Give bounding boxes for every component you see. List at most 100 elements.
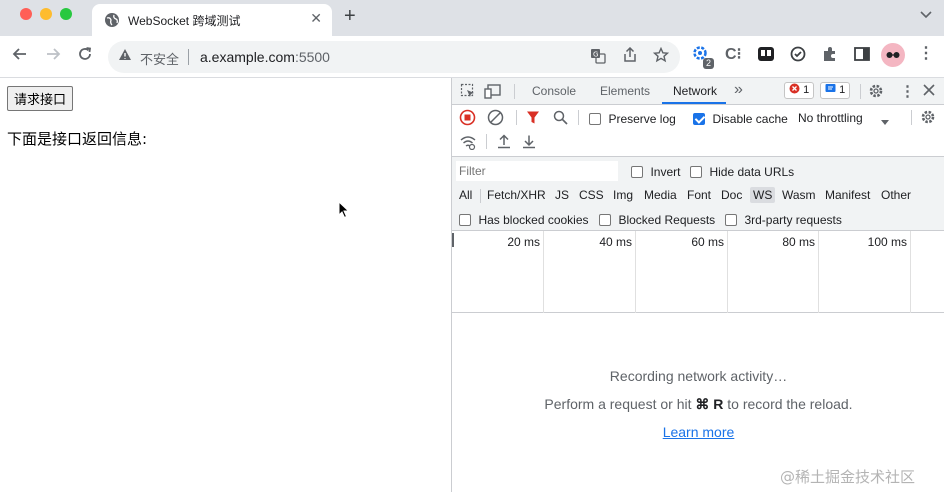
type-filter-img[interactable]: Img	[610, 187, 636, 203]
preserve-log-checkbox[interactable]	[589, 112, 601, 125]
learn-more-wrapper: Learn more	[452, 424, 944, 440]
type-filter-ws[interactable]: WS	[750, 187, 776, 203]
reload-hint: Perform a request or hit ⌘ R to record t…	[452, 396, 944, 413]
title-bar: WebSocket 跨域测试 ✕ +	[0, 0, 944, 36]
bookmark-star-icon[interactable]	[652, 46, 670, 69]
clear-icon[interactable]	[487, 109, 504, 131]
side-panel-icon[interactable]	[853, 45, 871, 69]
blocked-requests-option[interactable]: Blocked Requests	[599, 211, 715, 229]
preserve-log-option[interactable]: Preserve log	[589, 110, 676, 128]
new-tab-button[interactable]: +	[344, 5, 356, 28]
type-filter-all[interactable]: All	[456, 187, 475, 203]
type-filter-other[interactable]: Other	[878, 187, 914, 203]
tab-elements[interactable]: Elements	[600, 84, 650, 98]
close-devtools-icon[interactable]	[922, 83, 936, 102]
tab-extension-icon[interactable]	[757, 45, 775, 69]
tab-search-chevron-icon[interactable]	[920, 9, 932, 22]
timeline-gridline	[818, 231, 819, 313]
blocked-requests-checkbox[interactable]	[599, 213, 611, 226]
message-count-badge[interactable]: 1	[820, 82, 851, 99]
reload-hint-prefix: Perform a request or hit	[544, 396, 696, 412]
blocked-requests-label: Blocked Requests	[618, 213, 716, 227]
network-conditions-wifi-icon[interactable]	[459, 135, 477, 155]
import-har-upload-icon[interactable]	[497, 134, 511, 154]
close-window-button[interactable]	[20, 8, 32, 20]
third-party-requests-option[interactable]: 3rd-party requests	[725, 211, 842, 229]
has-blocked-cookies-checkbox[interactable]	[459, 213, 471, 226]
disable-cache-option[interactable]: Disable cache	[693, 110, 788, 128]
devtools-menu-kebab-icon[interactable]: ⋮	[900, 82, 915, 100]
separator	[911, 110, 912, 125]
timeline-tick-label: 100 ms	[867, 235, 907, 249]
hide-data-urls-option[interactable]: Hide data URLs	[690, 163, 794, 181]
minimize-window-button[interactable]	[40, 8, 52, 20]
timeline-tick-label: 80 ms	[782, 235, 815, 249]
menu-kebab-icon[interactable]: ⋮	[918, 44, 934, 64]
tab-title: WebSocket 跨域测试	[128, 14, 241, 28]
more-tabs-icon[interactable]: »	[734, 81, 743, 99]
devtools-tab-bar: Console Elements Network » 1 1 ⋮	[452, 78, 944, 105]
separator	[480, 189, 481, 203]
timeline-overview[interactable]: 20 ms 40 ms 60 ms 80 ms 100 ms	[452, 231, 944, 313]
filter-funnel-icon[interactable]	[526, 110, 540, 130]
invert-option[interactable]: Invert	[631, 163, 680, 181]
hide-data-urls-label: Hide data URLs	[709, 165, 795, 179]
code-extension-icon[interactable]: C⁝	[725, 45, 742, 65]
error-count-badge[interactable]: 1	[784, 82, 815, 99]
message-icon	[825, 84, 836, 92]
throttling-select[interactable]: No throttling	[798, 111, 863, 125]
url-host: a.example.com	[200, 49, 295, 65]
settings-gear-icon[interactable]	[868, 83, 884, 104]
timeline-gridline	[543, 231, 544, 313]
type-filter-doc[interactable]: Doc	[718, 187, 745, 203]
watermark: @稀土掘金技术社区	[780, 468, 916, 486]
third-party-requests-checkbox[interactable]	[725, 213, 737, 226]
network-toolbar: Preserve log Disable cache No throttling	[452, 105, 944, 157]
filter-input[interactable]	[456, 161, 618, 181]
back-button[interactable]	[12, 46, 28, 67]
type-filter-wasm[interactable]: Wasm	[779, 187, 819, 203]
type-filter-fetch-xhr[interactable]: Fetch/XHR	[484, 187, 549, 203]
mouse-cursor-icon	[338, 201, 350, 219]
tab-console[interactable]: Console	[532, 84, 576, 98]
tab-network[interactable]: Network	[673, 84, 717, 98]
profile-avatar[interactable]	[881, 43, 905, 67]
type-filter-media[interactable]: Media	[641, 187, 680, 203]
type-filter-js[interactable]: JS	[552, 187, 572, 203]
device-toolbar-icon[interactable]	[484, 83, 502, 104]
invert-checkbox[interactable]	[631, 165, 643, 178]
reload-button[interactable]	[77, 46, 93, 67]
separator	[516, 110, 517, 125]
separator	[486, 134, 487, 149]
network-settings-gear-icon[interactable]	[920, 109, 936, 130]
security-status[interactable]: 不安全	[140, 49, 179, 68]
zoom-window-button[interactable]	[60, 8, 72, 20]
throttling-dropdown-icon[interactable]	[880, 113, 890, 131]
separator	[514, 84, 515, 99]
request-api-button[interactable]: 请求接口	[7, 86, 74, 111]
forward-button[interactable]	[45, 46, 61, 67]
hide-data-urls-checkbox[interactable]	[690, 165, 702, 178]
export-har-download-icon[interactable]	[522, 134, 536, 154]
disable-cache-checkbox[interactable]	[693, 112, 705, 125]
page-content: 请求接口 下面是接口返回信息:	[0, 78, 451, 492]
separator	[188, 49, 189, 65]
share-icon[interactable]	[622, 46, 638, 69]
extensions-puzzle-icon[interactable]	[821, 45, 839, 69]
url-text[interactable]: a.example.com:5500	[200, 49, 330, 65]
type-filter-manifest[interactable]: Manifest	[822, 187, 873, 203]
sync-extension-icon[interactable]	[789, 45, 807, 69]
third-party-requests-label: 3rd-party requests	[744, 213, 842, 227]
error-icon	[789, 83, 800, 94]
search-icon[interactable]	[553, 110, 568, 130]
browser-tab[interactable]: WebSocket 跨域测试 ✕	[92, 4, 332, 36]
inspect-element-icon[interactable]	[460, 83, 476, 104]
type-filter-css[interactable]: CSS	[576, 187, 607, 203]
record-stop-icon[interactable]	[459, 109, 476, 131]
has-blocked-cookies-option[interactable]: Has blocked cookies	[459, 211, 589, 229]
type-filter-font[interactable]: Font	[684, 187, 714, 203]
learn-more-link[interactable]: Learn more	[663, 424, 735, 440]
tab-close-icon[interactable]: ✕	[310, 10, 322, 27]
address-bar[interactable]: 不安全 a.example.com:5500 G	[108, 41, 680, 73]
translate-icon[interactable]: G	[590, 48, 606, 70]
